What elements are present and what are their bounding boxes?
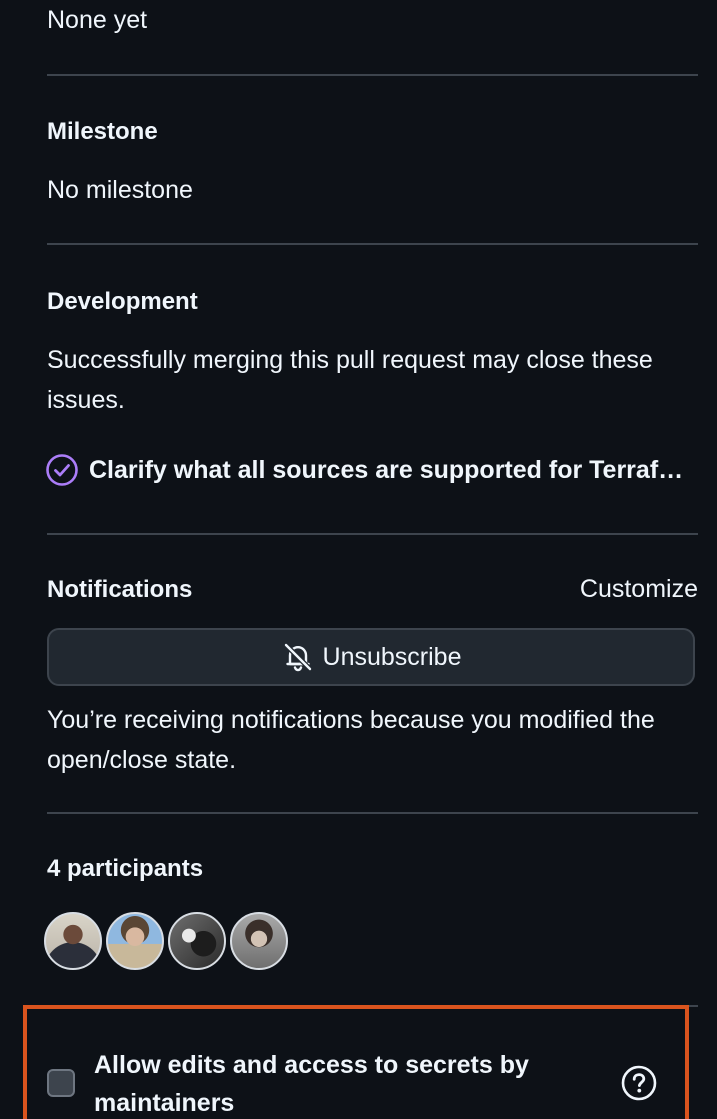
development-heading: Development xyxy=(47,288,198,315)
divider xyxy=(47,74,698,76)
allow-edits-label[interactable]: Allow edits and access to secrets by mai… xyxy=(94,1046,594,1119)
customize-link[interactable]: Customize xyxy=(580,575,698,604)
milestone-heading: Milestone xyxy=(47,118,158,145)
divider xyxy=(47,533,698,535)
divider xyxy=(47,812,698,814)
notification-reason: You’re receiving notifications because y… xyxy=(47,706,655,774)
unsubscribe-button[interactable]: Unsubscribe xyxy=(47,628,695,686)
participant-avatars xyxy=(44,912,292,974)
linked-issue-link[interactable]: Clarify what all sources are supported f… xyxy=(45,450,698,490)
participants-heading: 4 participants xyxy=(47,855,204,882)
avatar[interactable] xyxy=(106,912,164,970)
avatar[interactable] xyxy=(44,912,102,970)
linked-issue-title: Clarify what all sources are supported f… xyxy=(89,455,698,484)
avatar[interactable] xyxy=(230,912,288,970)
question-circle-icon[interactable] xyxy=(620,1064,658,1102)
allow-edits-checkbox[interactable] xyxy=(47,1069,75,1097)
divider xyxy=(47,243,698,245)
development-description: Successfully merging this pull request m… xyxy=(47,346,653,414)
unsubscribe-label: Unsubscribe xyxy=(322,642,462,671)
bell-slash-icon xyxy=(283,642,313,672)
notifications-heading: Notifications xyxy=(47,576,193,603)
projects-value: None yet xyxy=(47,6,148,34)
milestone-value: No milestone xyxy=(47,176,193,204)
avatar[interactable] xyxy=(168,912,226,970)
issue-closed-check-icon xyxy=(46,454,78,486)
